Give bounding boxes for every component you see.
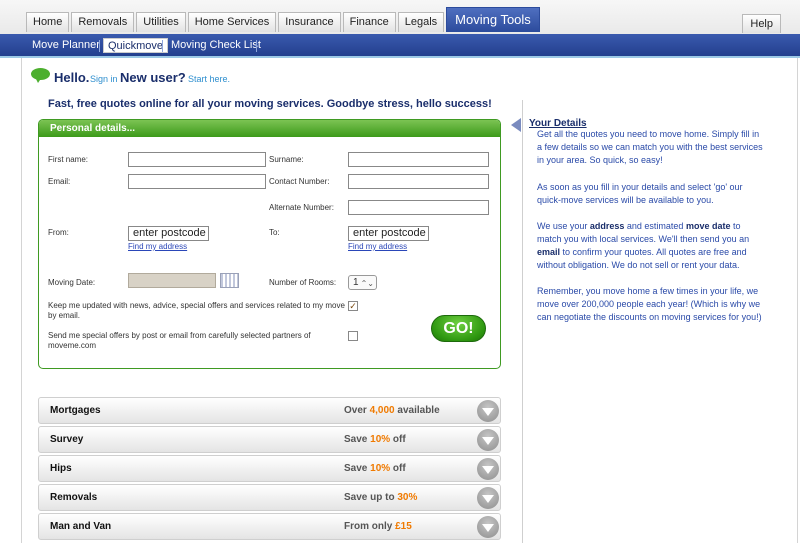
tab-removals[interactable]: Removals (71, 12, 135, 32)
service-row-man-and-van[interactable]: Man and Van From only £15 (38, 513, 501, 540)
info-paragraph-4: Remember, you move home a few times in y… (537, 286, 762, 322)
service-name: Man and Van (50, 521, 112, 532)
alternate-number-input[interactable] (348, 200, 489, 215)
moving-date-label: Moving Date: (48, 278, 96, 287)
subnav-moving-check-list[interactable]: Moving Check List (167, 38, 265, 53)
service-offer: Save up to 30% (344, 492, 418, 503)
find-to-address-link[interactable]: Find my address (348, 242, 407, 251)
moving-date-input[interactable] (128, 273, 216, 288)
surname-input[interactable] (348, 152, 489, 167)
expand-chevron-icon[interactable] (477, 487, 499, 509)
tagline: Fast, free quotes online for all your mo… (48, 98, 492, 110)
service-offer: Save 10% off (344, 434, 406, 445)
partners-checkbox[interactable] (348, 331, 358, 341)
updates-checkbox-label: Keep me updated with news, advice, speci… (48, 301, 345, 320)
subnav-divider (256, 40, 257, 52)
main-tabs: Home Removals Utilities Home Services In… (26, 7, 542, 32)
go-button[interactable]: GO! (431, 315, 486, 342)
service-name: Hips (50, 463, 72, 474)
top-tab-bar: Home Removals Utilities Home Services In… (0, 0, 800, 34)
rooms-value: 1 (353, 277, 359, 288)
contact-number-label: Contact Number: (269, 177, 330, 186)
service-row-hips[interactable]: Hips Save 10% off (38, 455, 501, 482)
surname-label: Surname: (269, 155, 304, 164)
to-postcode-input[interactable]: enter postcode (348, 226, 429, 241)
help-button[interactable]: Help (742, 14, 781, 33)
service-row-mortgages[interactable]: Mortgages Over 4,000 available (38, 397, 501, 424)
service-row-survey[interactable]: Survey Save 10% off (38, 426, 501, 453)
first-name-input[interactable] (128, 152, 266, 167)
info-paragraph-2: As soon as you fill in your details and … (537, 182, 743, 205)
updates-checkbox[interactable]: ✓ (348, 301, 358, 311)
speech-bubble-icon (31, 68, 50, 83)
tab-legals[interactable]: Legals (397, 12, 445, 32)
service-name: Mortgages (50, 405, 101, 416)
column-divider (522, 100, 523, 543)
expand-chevron-icon[interactable] (477, 516, 499, 538)
hello-heading: Hello. (54, 70, 90, 85)
service-offer: Save 10% off (344, 463, 406, 474)
rooms-select[interactable]: 1 ⌃⌄ (348, 275, 377, 290)
email-input[interactable] (128, 174, 266, 189)
to-label: To: (269, 228, 280, 237)
first-name-label: First name: (48, 155, 89, 164)
partners-checkbox-label: Send me special offers by post or email … (48, 331, 311, 350)
tab-utilities[interactable]: Utilities (136, 12, 186, 32)
expand-chevron-icon[interactable] (477, 429, 499, 451)
subnav-quickmove[interactable]: Quickmove (103, 38, 169, 53)
rooms-label: Number of Rooms: (269, 278, 337, 287)
updown-arrows-icon: ⌃⌄ (360, 279, 374, 288)
contact-number-input[interactable] (348, 174, 489, 189)
tab-finance[interactable]: Finance (342, 12, 396, 32)
tab-home-services[interactable]: Home Services (187, 12, 277, 32)
service-row-removals[interactable]: Removals Save up to 30% (38, 484, 501, 511)
tab-home[interactable]: Home (26, 12, 70, 32)
content-border-right (797, 58, 798, 543)
alternate-number-label: Alternate Number: (269, 203, 334, 212)
calendar-icon[interactable] (220, 273, 239, 288)
subnav-move-planner[interactable]: Move Planner (28, 38, 104, 53)
info-paragraph-1: Get all the quotes you need to move home… (537, 129, 763, 165)
service-name: Survey (50, 434, 84, 445)
subnav-divider (99, 40, 100, 52)
tab-insurance[interactable]: Insurance (278, 12, 341, 32)
from-label: From: (48, 228, 69, 237)
from-postcode-input[interactable]: enter postcode (128, 226, 209, 241)
service-offer: From only £15 (344, 521, 412, 532)
email-label: Email: (48, 177, 71, 186)
info-paragraph-3: We use your address and estimated move d… (537, 221, 750, 270)
start-here-link[interactable]: Start here. (188, 74, 230, 84)
sign-in-link[interactable]: Sign in (90, 74, 118, 84)
tab-moving-tools[interactable]: Moving Tools (446, 7, 540, 32)
panel-heading: Personal details... (39, 120, 500, 137)
find-from-address-link[interactable]: Find my address (128, 242, 187, 251)
new-user-heading: New user? (120, 70, 186, 85)
content-border-left (21, 58, 22, 543)
subnav-divider (162, 40, 163, 52)
service-offer: Over 4,000 available (344, 405, 440, 416)
sub-navigation: Move Planner Quickmove Moving Check List (0, 34, 800, 58)
expand-chevron-icon[interactable] (477, 400, 499, 422)
expand-chevron-icon[interactable] (477, 458, 499, 480)
pointer-arrow-icon (511, 118, 521, 132)
service-name: Removals (50, 492, 98, 503)
